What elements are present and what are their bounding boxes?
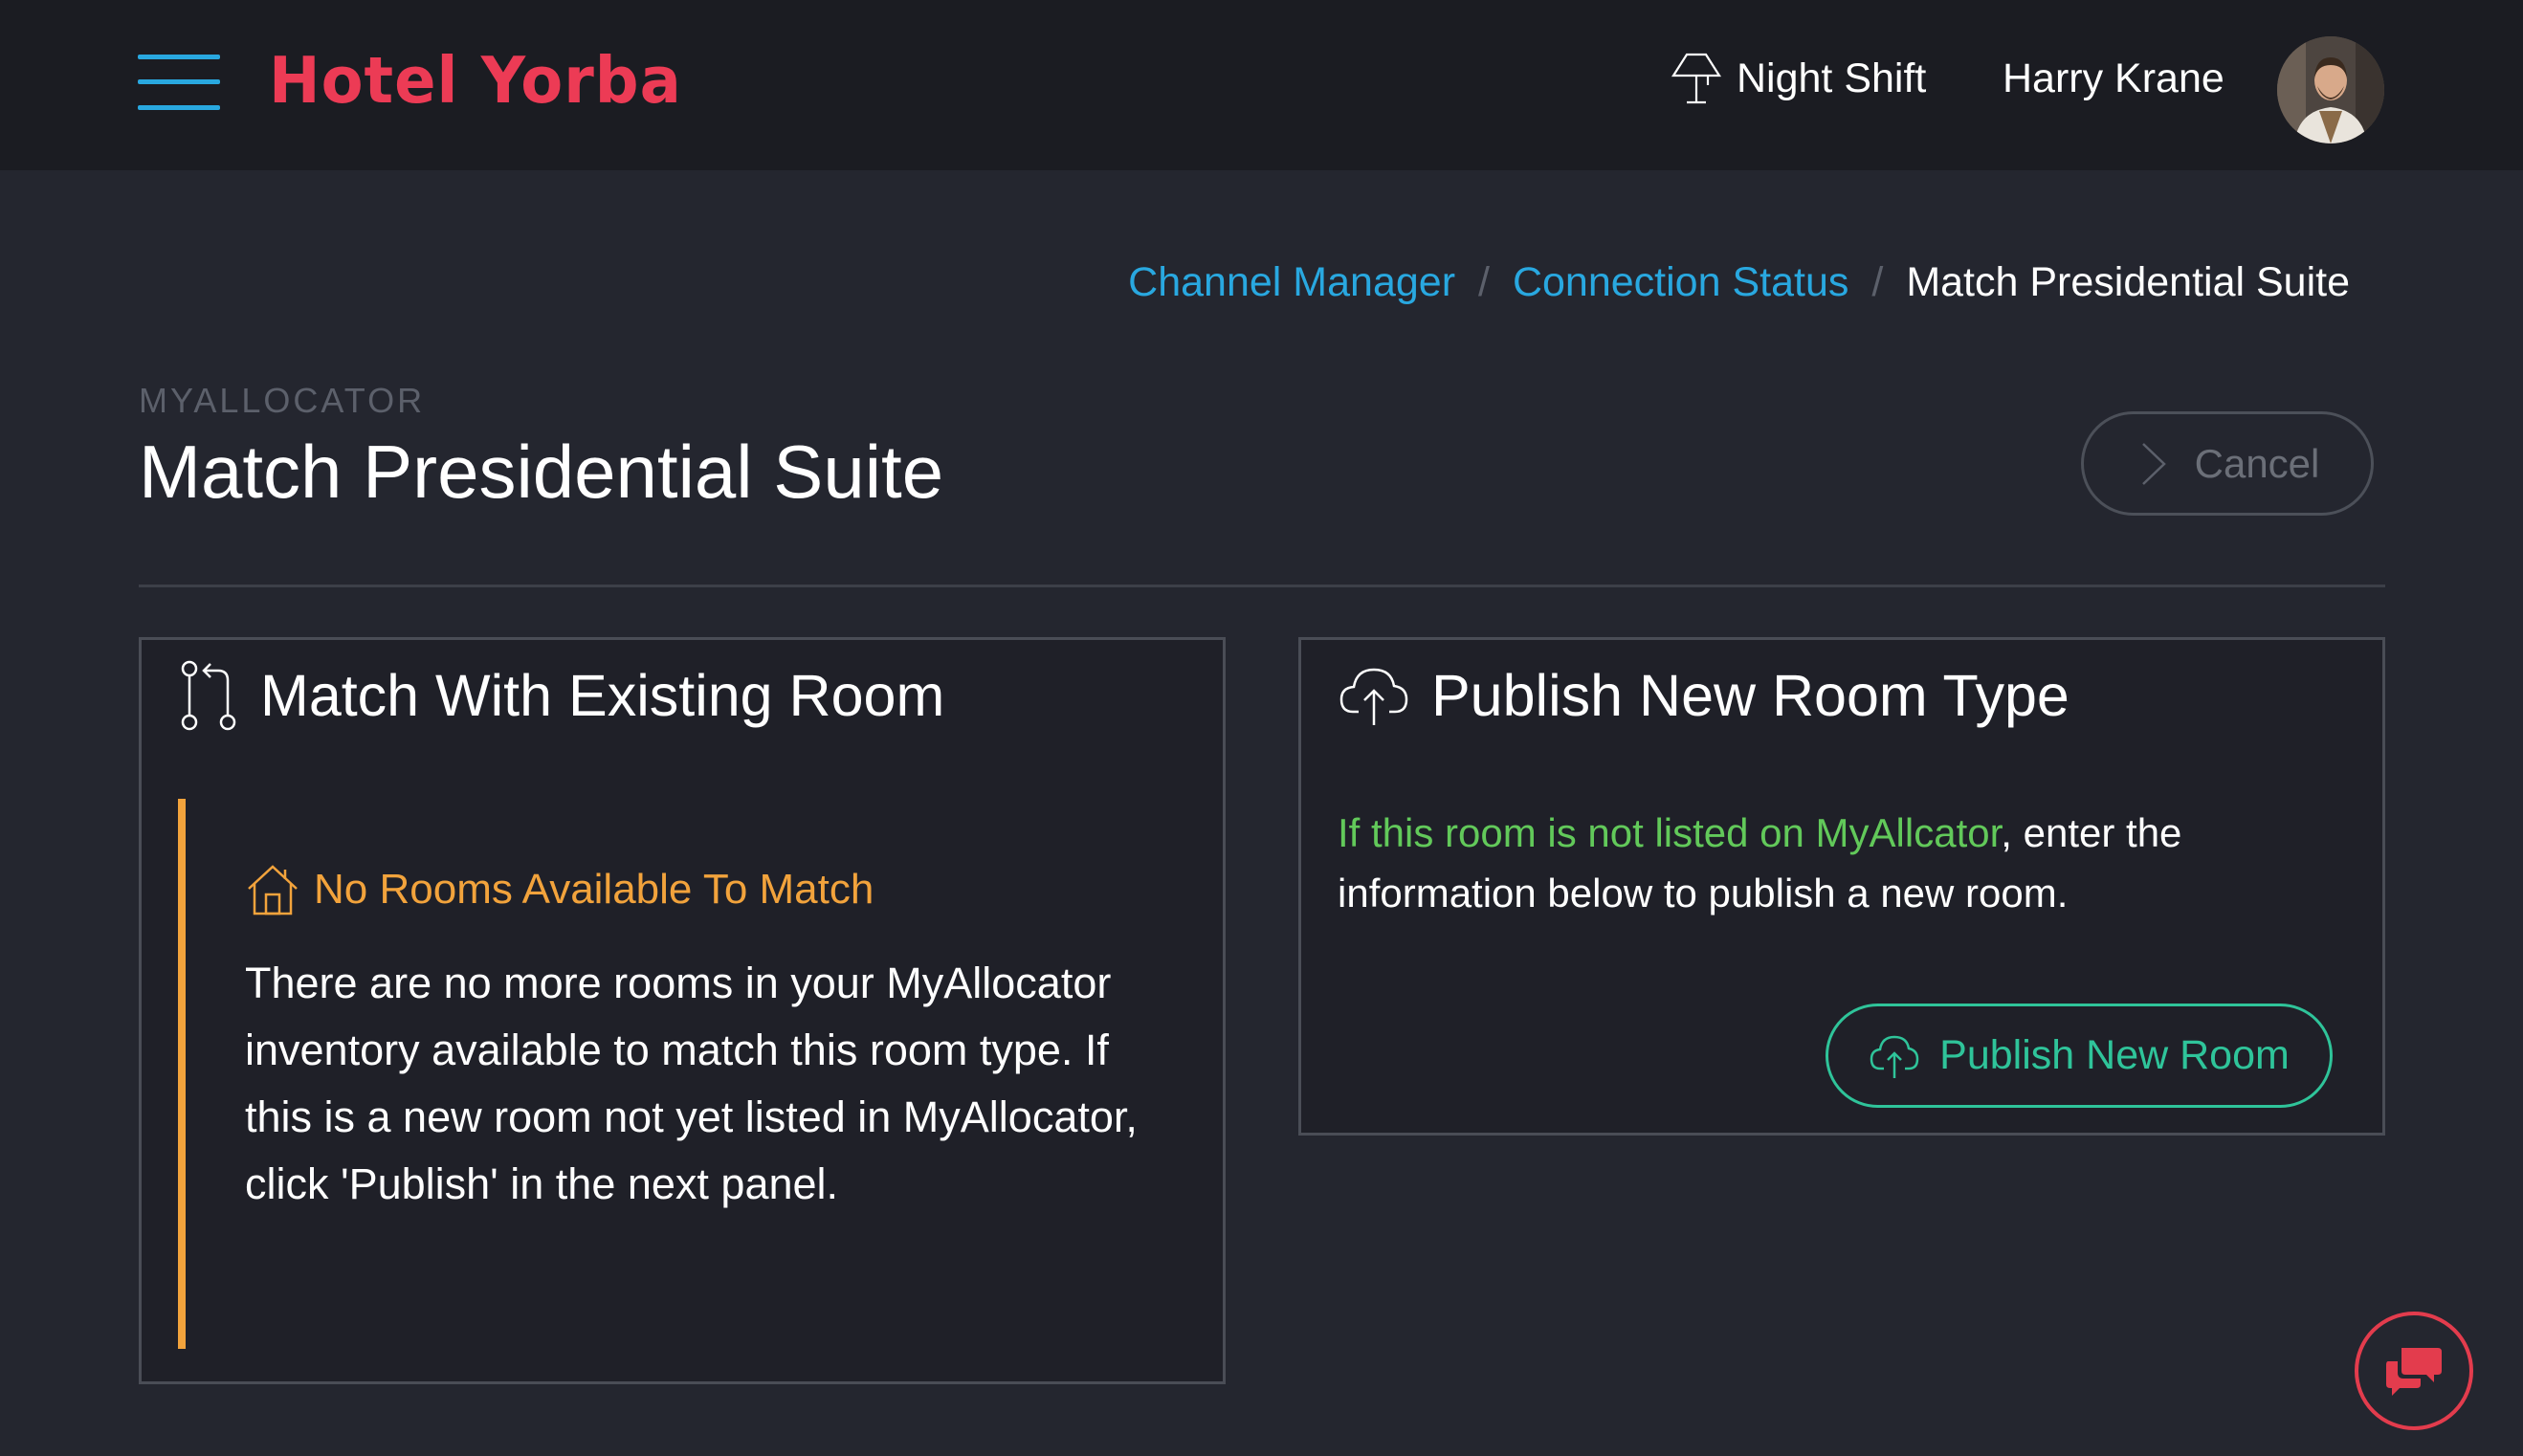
publish-panel-header: Publish New Room Type bbox=[1338, 657, 2069, 734]
brand-logo[interactable]: Hotel Yorba bbox=[269, 44, 682, 119]
breadcrumb-current: Match Presidential Suite bbox=[1906, 258, 2350, 305]
match-panel-header: Match With Existing Room bbox=[178, 657, 944, 734]
breadcrumb: Channel Manager / Connection Status / Ma… bbox=[1128, 254, 2350, 311]
user-avatar[interactable] bbox=[2277, 36, 2384, 143]
page-eyebrow: MYALLOCATOR bbox=[139, 381, 426, 420]
header-divider bbox=[139, 585, 2385, 587]
no-rooms-alert: No Rooms Available To Match There are no… bbox=[178, 799, 1183, 1349]
publish-description-highlight: If this room is not listed on MyAllcator bbox=[1338, 810, 2002, 855]
publish-new-room-panel: Publish New Room Type If this room is no… bbox=[1298, 637, 2385, 1136]
house-icon bbox=[248, 865, 298, 916]
shift-label: Night Shift bbox=[1737, 55, 1927, 101]
lamp-icon bbox=[1671, 53, 1722, 104]
user-name[interactable]: Harry Krane bbox=[2003, 50, 2224, 107]
chat-support-button[interactable] bbox=[2355, 1312, 2473, 1430]
top-navigation-bar: Hotel Yorba Night Shift Harry Krane bbox=[0, 0, 2523, 170]
breadcrumb-connection-status[interactable]: Connection Status bbox=[1513, 259, 1848, 306]
match-existing-room-panel: Match With Existing Room No Rooms Availa… bbox=[139, 637, 1226, 1384]
publish-button-label: Publish New Room bbox=[1939, 1032, 2290, 1078]
chevron-right-icon bbox=[2141, 442, 2166, 485]
match-panel-title: Match With Existing Room bbox=[260, 663, 945, 728]
alert-title: No Rooms Available To Match bbox=[245, 856, 874, 923]
git-compare-icon bbox=[181, 660, 236, 731]
hamburger-menu-icon[interactable] bbox=[138, 55, 220, 110]
publish-new-room-button[interactable]: Publish New Room bbox=[1826, 1004, 2333, 1108]
breadcrumb-channel-manager[interactable]: Channel Manager bbox=[1128, 259, 1455, 306]
publish-panel-title: Publish New Room Type bbox=[1431, 663, 2069, 728]
alert-body-text: There are no more rooms in your MyAlloca… bbox=[245, 959, 1138, 1208]
cancel-button-label: Cancel bbox=[2194, 440, 2320, 486]
cloud-upload-icon bbox=[1870, 1035, 1919, 1078]
cancel-button[interactable]: Cancel bbox=[2081, 411, 2374, 516]
shift-indicator[interactable]: Night Shift bbox=[1670, 50, 1926, 107]
breadcrumb-separator: / bbox=[1478, 258, 1490, 305]
alert-title-text: No Rooms Available To Match bbox=[314, 866, 874, 913]
page-title: Match Presidential Suite bbox=[139, 430, 944, 514]
publish-description: If this room is not listed on MyAllcator… bbox=[1338, 803, 2352, 923]
chat-bubbles-icon bbox=[2386, 1348, 2442, 1396]
cloud-upload-icon bbox=[1339, 668, 1408, 725]
breadcrumb-separator: / bbox=[1871, 258, 1884, 305]
